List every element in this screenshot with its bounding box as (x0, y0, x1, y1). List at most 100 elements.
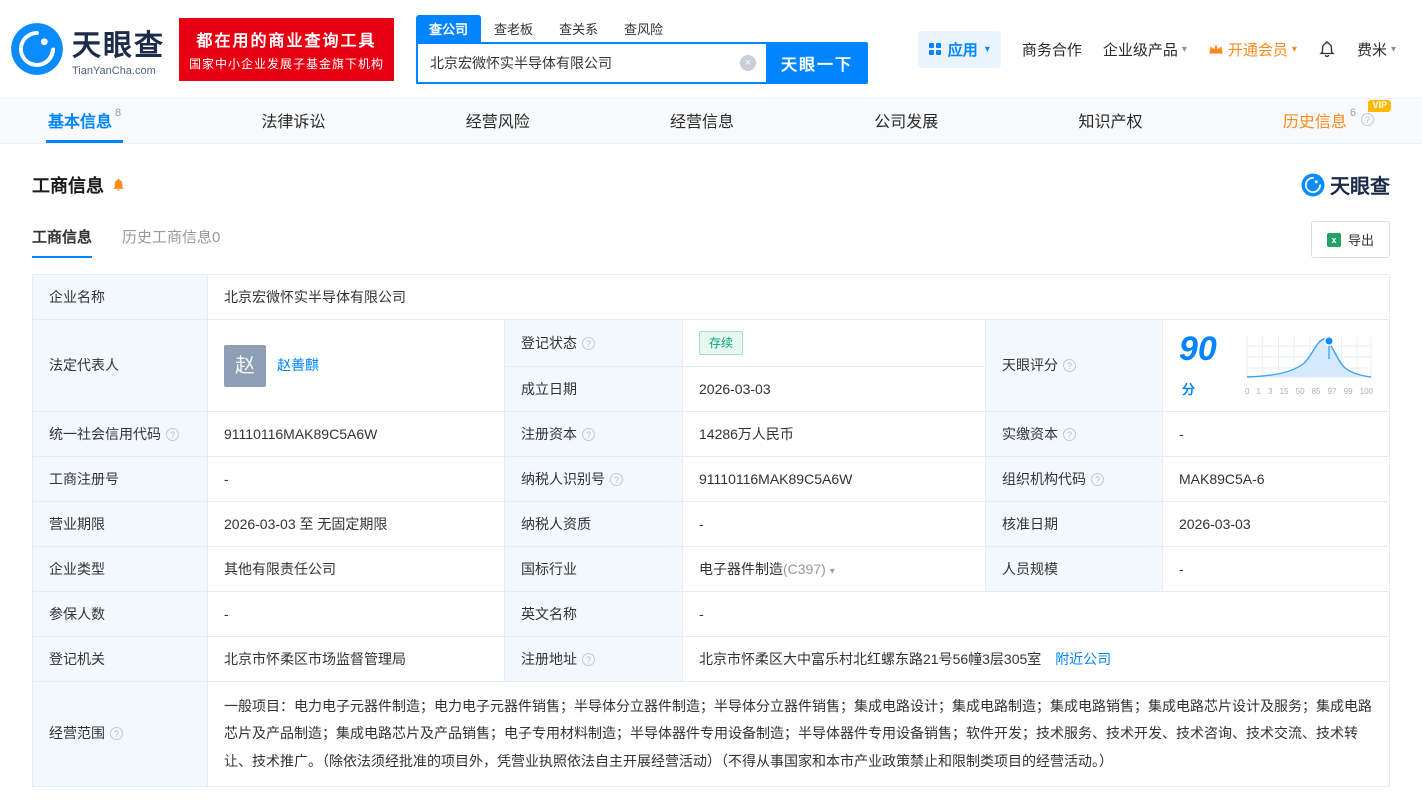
field-label: 工商注册号 (32, 456, 208, 502)
taxpayer-id-value: 91110116MAK89C5A6W (682, 456, 986, 502)
search-block: 查公司 查老板 查关系 查风险 天眼一下 (416, 14, 869, 84)
nav-user-menu[interactable]: 费米 (1357, 39, 1396, 60)
subtab-business-info[interactable]: 工商信息 (32, 226, 93, 258)
industry-cell[interactable]: 电子器件制造(C397) (682, 546, 986, 592)
tab-operating-risk[interactable]: 经营风险 (464, 99, 532, 143)
tianyancha-logo-icon (1301, 173, 1325, 196)
org-code-value: MAK89C5A-6 (1162, 456, 1390, 502)
help-icon[interactable] (1091, 472, 1104, 486)
company-type-value: 其他有限责任公司 (207, 546, 505, 592)
help-icon[interactable] (166, 427, 179, 441)
search-tab-risk[interactable]: 查风险 (611, 15, 676, 42)
tab-label: 基本信息 (48, 113, 113, 131)
help-icon[interactable] (1063, 359, 1076, 372)
approval-date-value: 2026-03-03 (1162, 501, 1390, 547)
apps-label: 应用 (947, 41, 978, 59)
field-label: 注册地址 (504, 636, 683, 682)
slogan-banner: 都在用的商业查询工具 国家中小企业发展子基金旗下机构 (179, 17, 395, 81)
subtab-history-business-info[interactable]: 历史工商信息0 (122, 226, 220, 258)
slogan-line2: 国家中小企业发展子基金旗下机构 (189, 56, 385, 71)
tab-label: 经营风险 (465, 113, 530, 131)
apps-menu[interactable]: 应用 (917, 30, 1001, 68)
nav-enterprise-products[interactable]: 企业级产品 (1103, 39, 1187, 60)
business-term-value: 2026-03-03 至 无固定期限 (207, 501, 505, 547)
tab-intellectual-property[interactable]: 知识产权 (1077, 99, 1145, 143)
subscribe-bell-icon[interactable] (111, 177, 126, 192)
tianyancha-logo[interactable]: 天眼查 TianYanCha.com (10, 22, 165, 77)
chevron-down-icon (1292, 44, 1297, 55)
field-label: 营业期限 (32, 501, 208, 547)
table-row: 统一社会信用代码 91110116MAK89C5A6W 注册资本 14286万人… (32, 411, 1390, 457)
credit-code-value: 91110116MAK89C5A6W (207, 411, 505, 457)
brand-name: 天眼查 (72, 29, 166, 62)
help-icon[interactable] (610, 472, 623, 486)
search-tab-relation[interactable]: 查关系 (546, 15, 611, 42)
legal-rep-link[interactable]: 赵善麒 (277, 355, 319, 376)
clear-search-icon[interactable] (740, 54, 757, 71)
user-name: 费米 (1356, 41, 1387, 59)
nav-open-vip[interactable]: 开通会员 (1208, 39, 1297, 60)
reg-status-cell: 存续 (682, 319, 986, 367)
tab-count: 8 (115, 106, 122, 119)
tab-company-development[interactable]: 公司发展 (872, 99, 940, 143)
notification-bell-icon[interactable] (1318, 40, 1336, 58)
search-input[interactable] (416, 41, 767, 84)
help-icon[interactable] (110, 727, 123, 741)
nearby-companies-link[interactable]: 附近公司 (1055, 651, 1111, 667)
table-row: 参保人数 - 英文名称 - (32, 591, 1390, 637)
tab-history-info[interactable]: VIP 历史信息 6 (1281, 99, 1391, 143)
field-label: 天眼评分 (985, 319, 1163, 412)
enterprise-label: 企业级产品 (1102, 41, 1178, 59)
field-label: 人员规模 (985, 546, 1163, 592)
field-label: 组织机构代码 (985, 456, 1163, 502)
search-tabs: 查公司 查老板 查关系 查风险 (416, 14, 868, 42)
tab-operating-info[interactable]: 经营信息 (668, 99, 736, 143)
legal-rep-avatar[interactable]: 赵 (224, 344, 266, 387)
reg-address-cell: 北京市怀柔区大中富乐村北红螺东路21号56幢3层305室 附近公司 (682, 636, 1390, 682)
tab-legal-proceedings[interactable]: 法律诉讼 (259, 99, 327, 143)
field-label: 登记状态 (504, 319, 683, 367)
taxpayer-quality-value: - (682, 501, 986, 547)
search-tab-company[interactable]: 查公司 (416, 14, 482, 42)
search-tab-boss[interactable]: 查老板 (481, 15, 546, 42)
chart-x-ticks: 01 3 15 50 85 97 99 100 (1245, 387, 1373, 396)
field-label: 统一社会信用代码 (32, 411, 208, 457)
help-icon[interactable] (1360, 113, 1374, 126)
table-row: 经营范围 一般项目：电力电子元器件制造；电力电子元器件销售；半导体分立器件制造；… (32, 681, 1390, 787)
reg-capital-value: 14286万人民币 (682, 411, 986, 457)
business-scope-value: 一般项目：电力电子元器件制造；电力电子元器件销售；半导体分立器件制造；半导体分立… (207, 681, 1390, 787)
nav-cooperation[interactable]: 商务合作 (1022, 39, 1082, 60)
slogan-line1: 都在用的商业查询工具 (196, 32, 377, 50)
apps-grid-icon (928, 43, 941, 55)
staff-size-value: - (1162, 546, 1390, 592)
help-icon[interactable] (582, 427, 595, 441)
industry-code: (C397) (783, 560, 826, 577)
tab-label: 公司发展 (874, 113, 939, 131)
cooperation-label: 商务合作 (1021, 41, 1082, 59)
field-label: 登记机关 (32, 636, 208, 682)
help-icon[interactable] (582, 652, 595, 666)
industry-value: 电子器件制造 (699, 560, 783, 577)
export-button[interactable]: 导出 (1310, 221, 1390, 258)
field-label: 纳税人资质 (504, 501, 683, 547)
table-row: 企业名称 北京宏微怀实半导体有限公司 (32, 274, 1390, 320)
field-label: 企业类型 (32, 546, 208, 592)
reg-address-value: 北京市怀柔区大中富乐村北红螺东路21号56幢3层305室 (699, 650, 1042, 667)
chevron-down-icon[interactable] (830, 566, 835, 577)
brand-domain: TianYanCha.com (72, 64, 156, 77)
field-label: 注册资本 (504, 411, 683, 457)
field-label: 纳税人识别号 (504, 456, 683, 502)
help-icon[interactable] (1063, 427, 1076, 441)
field-label: 经营范围 (32, 681, 208, 787)
tab-basic-info[interactable]: 基本信息 8 (46, 99, 124, 143)
reg-number-value: - (207, 456, 505, 502)
company-name-value: 北京宏微怀实半导体有限公司 (207, 274, 1390, 320)
search-button[interactable]: 天眼一下 (766, 41, 869, 84)
establish-date-value: 2026-03-03 (682, 366, 986, 412)
table-row: 法定代表人 赵 赵善麒 登记状态 存续 天眼评分 90分 (32, 319, 1390, 412)
tab-count: 6 (1349, 106, 1356, 119)
tianyancha-watermark: 天眼查 (1301, 170, 1390, 199)
help-icon[interactable] (582, 336, 595, 350)
crown-icon (1209, 43, 1223, 54)
english-name-value: - (682, 591, 1390, 637)
